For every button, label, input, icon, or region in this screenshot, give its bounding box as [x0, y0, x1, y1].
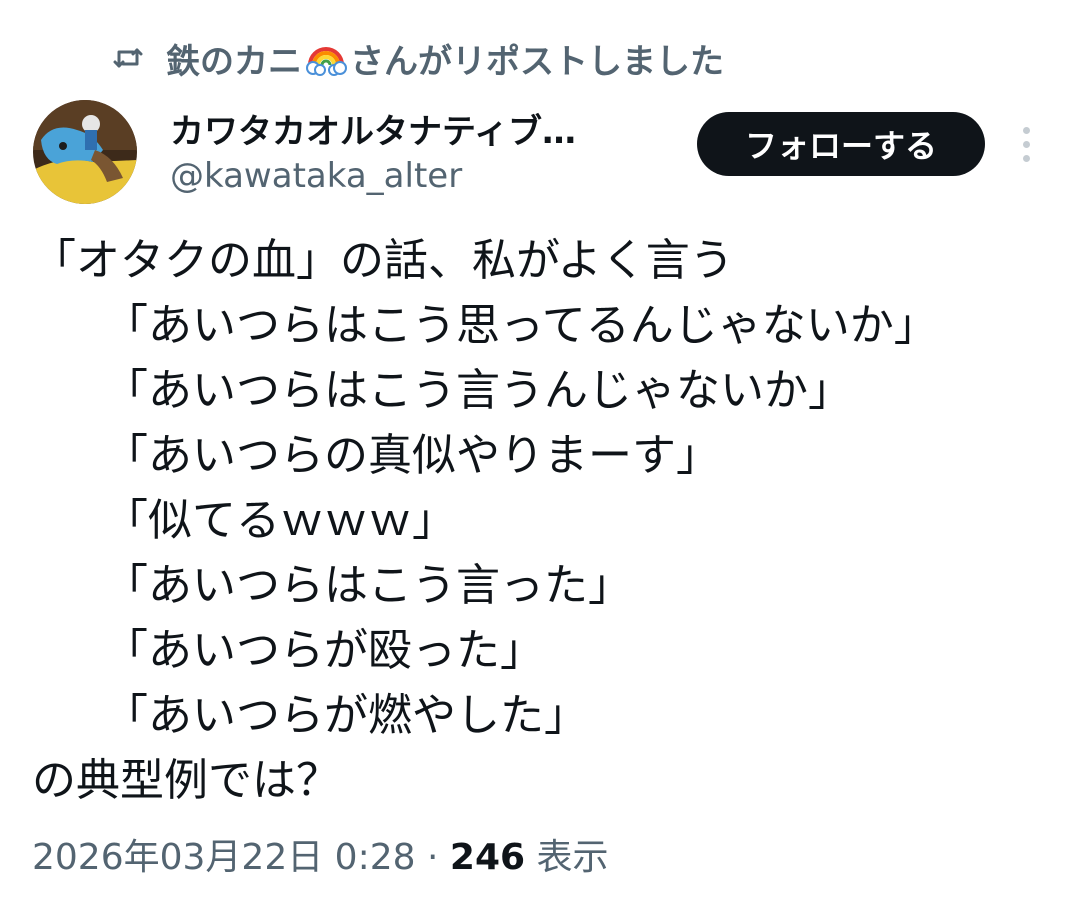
- tweet-meta: 2026年03月22日 0:28 · 246 表示: [32, 828, 609, 880]
- tweet-line: 「あいつらの真似やりまーす」: [104, 430, 720, 481]
- more-dot-icon: [1022, 126, 1030, 134]
- tweet-line: の典型例では？: [32, 755, 340, 806]
- rainbow-cloud-icon: [304, 39, 348, 77]
- tweet-timestamp[interactable]: 2026年03月22日 0:28: [32, 837, 416, 878]
- tweet-text: 「オタクの血」の話、私がよく言う 「あいつらはこう思ってるんじゃないか」 「あい…: [32, 228, 1062, 813]
- tweet-line: 「似てるｗｗｗ」: [104, 495, 456, 546]
- tweet-line: 「オタクの血」の話、私がよく言う: [32, 235, 734, 286]
- views-label: 表示: [536, 837, 609, 878]
- tweet-line: 「あいつらが殴った」: [104, 625, 544, 676]
- meta-separator: ·: [426, 837, 439, 878]
- tweet-line: 「あいつらはこう言った」: [104, 560, 632, 611]
- repost-label: さんがリポストしました: [350, 41, 724, 82]
- author-display-name[interactable]: カワタカオルタナティブ…: [170, 104, 670, 153]
- tweet-line: 「あいつらはこう言うんじゃないか」: [104, 365, 852, 416]
- tweet-line: 「あいつらはこう思ってるんじゃないか」: [104, 300, 938, 351]
- author-handle[interactable]: @kawataka_alter: [170, 156, 462, 196]
- repost-header[interactable]: 鉄のカニ さんがリポストしました: [110, 30, 724, 86]
- more-dot-icon: [1022, 154, 1030, 162]
- views-count[interactable]: 246: [450, 837, 525, 878]
- more-options-button[interactable]: [1008, 120, 1044, 168]
- repost-icon: [110, 40, 146, 76]
- more-dot-icon: [1022, 140, 1030, 148]
- avatar[interactable]: [33, 100, 137, 204]
- follow-button[interactable]: フォローする: [697, 112, 985, 176]
- reposter-name[interactable]: 鉄のカニ: [166, 34, 302, 83]
- tweet-line: 「あいつらが燃やした」: [104, 690, 588, 741]
